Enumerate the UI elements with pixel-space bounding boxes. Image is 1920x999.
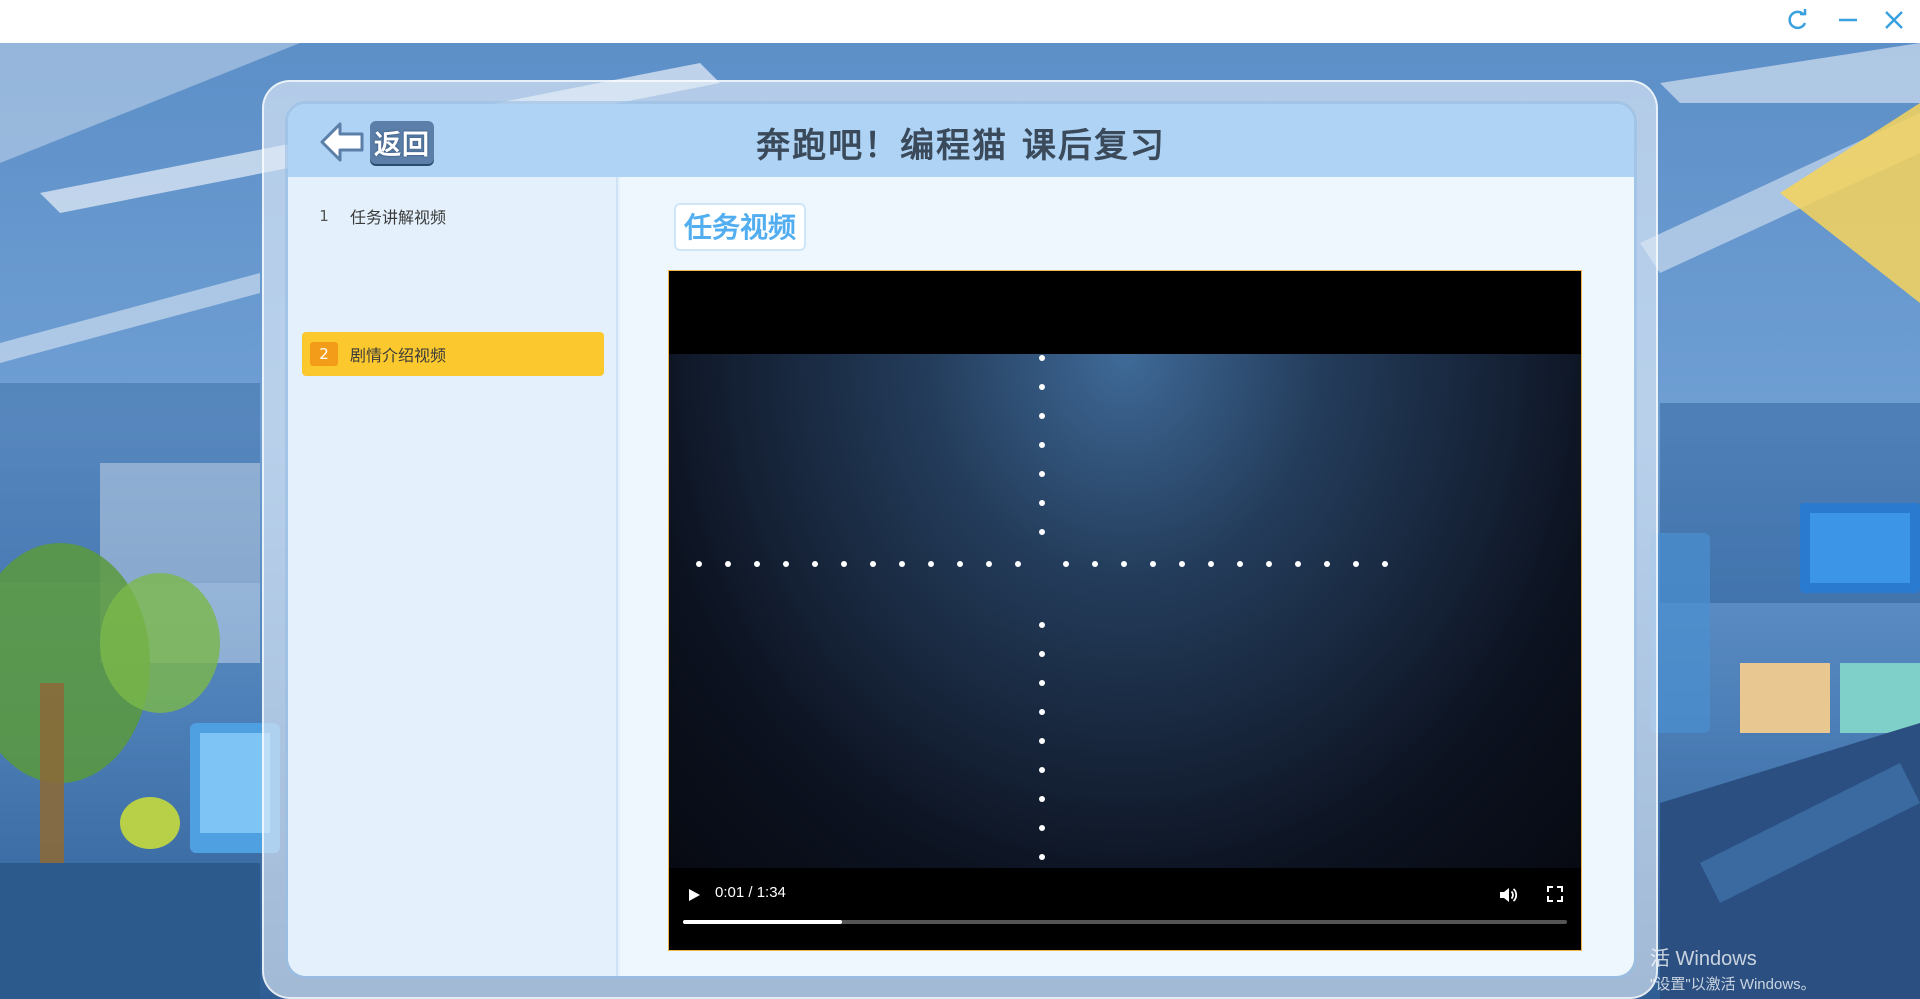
video-dot — [1039, 442, 1045, 448]
close-icon[interactable] — [1874, 4, 1914, 36]
video-dot — [1039, 709, 1045, 715]
watermark-line-1: 活 Windows — [1650, 948, 1757, 970]
window-titlebar — [0, 0, 1920, 43]
video-dot — [1039, 854, 1045, 860]
video-dot — [1353, 561, 1359, 567]
video-dot — [1150, 561, 1156, 567]
video-dot — [1039, 384, 1045, 390]
video-dot — [1039, 825, 1045, 831]
video-dot — [1092, 561, 1098, 567]
watermark-line-2: "设置"以激活 Windows。 — [1650, 976, 1816, 993]
video-dot — [1039, 796, 1045, 802]
video-list-item-label: 剧情介绍视频 — [350, 346, 447, 365]
minimize-icon[interactable] — [1828, 4, 1868, 36]
volume-icon[interactable] — [1497, 884, 1519, 906]
video-controls: 0:01 / 1:34 — [669, 868, 1581, 950]
video-dot — [957, 561, 963, 567]
video-dot — [1121, 561, 1127, 567]
video-dot — [1039, 738, 1045, 744]
video-dot — [1063, 561, 1069, 567]
video-content — [696, 355, 1388, 860]
video-dot — [1179, 561, 1185, 567]
fullscreen-icon[interactable] — [1545, 884, 1565, 904]
video-list-item-1[interactable]: 1 任务讲解视频 — [302, 194, 604, 238]
video-dot — [812, 561, 818, 567]
video-dot — [1039, 413, 1045, 419]
video-frame[interactable] — [669, 354, 1581, 868]
panel-header: 返回 奔跑吧！编程猫 课后复习 — [288, 104, 1634, 177]
video-list-item-number: 2 — [310, 342, 338, 366]
video-dot — [754, 561, 760, 567]
video-dot — [1039, 767, 1045, 773]
video-dot — [1039, 622, 1045, 628]
video-timecode: 0:01 / 1:34 — [715, 884, 786, 901]
content-area: 任务视频 0:01 / 1:34 — [620, 177, 1634, 976]
video-dot — [1039, 529, 1045, 535]
video-dot — [1015, 561, 1021, 567]
section-title: 任务视频 — [674, 203, 807, 251]
video-dot — [1039, 500, 1045, 506]
video-dot — [1039, 471, 1045, 477]
video-dot — [841, 561, 847, 567]
video-dot — [870, 561, 876, 567]
video-player[interactable]: 0:01 / 1:34 — [668, 270, 1582, 951]
video-dot — [899, 561, 905, 567]
review-panel: 返回 奔跑吧！编程猫 课后复习 1 任务讲解视频 2 剧情介绍视频 任务视频 0… — [288, 104, 1634, 976]
video-dot — [1295, 561, 1301, 567]
video-dot — [725, 561, 731, 567]
page-title: 奔跑吧！编程猫 课后复习 — [756, 126, 1166, 166]
video-progress-bar[interactable] — [683, 920, 1567, 924]
windows-activation-watermark: 活 Windows "设置"以激活 Windows。 — [1650, 942, 1816, 994]
video-dot — [1382, 561, 1388, 567]
video-dot — [1266, 561, 1272, 567]
video-dot — [1039, 680, 1045, 686]
refresh-icon[interactable] — [1778, 4, 1818, 36]
video-list-item-label: 任务讲解视频 — [350, 208, 447, 227]
video-progress-fill — [683, 920, 843, 924]
video-dot — [986, 561, 992, 567]
video-dot — [1324, 561, 1330, 567]
video-dot — [1039, 651, 1045, 657]
video-dot — [783, 561, 789, 567]
video-list: 1 任务讲解视频 2 剧情介绍视频 — [288, 177, 618, 976]
video-list-item-number: 1 — [319, 207, 329, 225]
video-dot — [696, 561, 702, 567]
play-icon[interactable] — [683, 884, 705, 906]
video-dot — [928, 561, 934, 567]
video-dot — [1237, 561, 1243, 567]
video-dot — [1039, 355, 1045, 361]
video-dot — [1208, 561, 1214, 567]
video-list-item-2[interactable]: 2 剧情介绍视频 — [302, 332, 604, 376]
